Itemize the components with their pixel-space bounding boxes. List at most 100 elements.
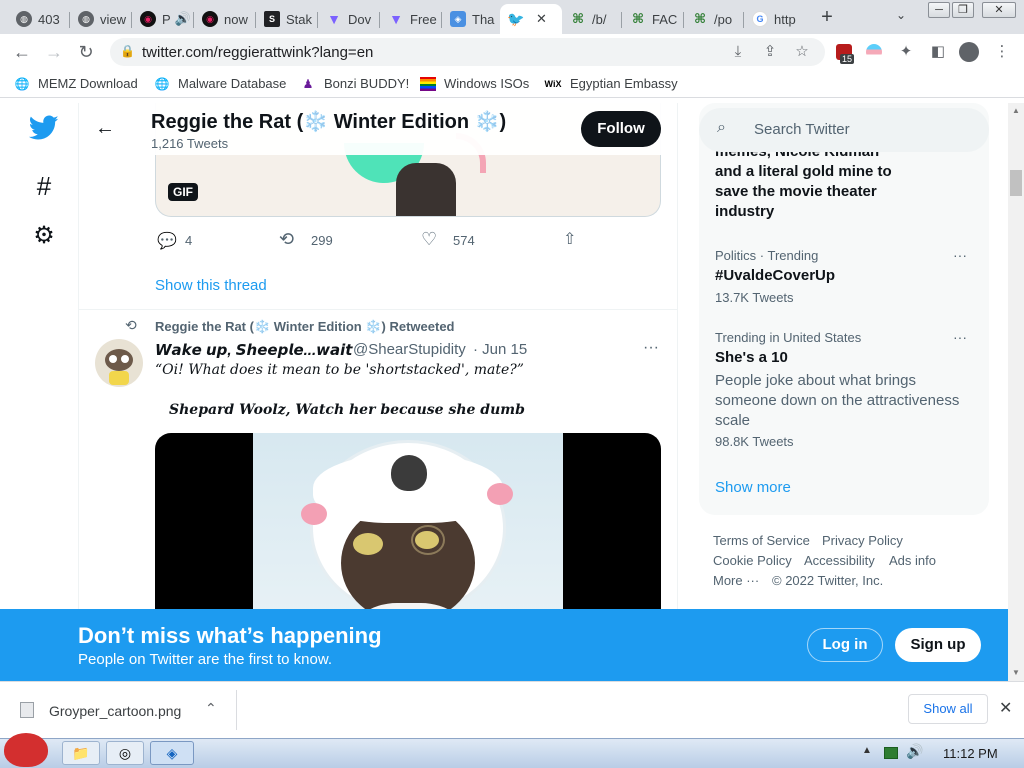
- explorer-taskbar-icon[interactable]: 📁: [62, 741, 100, 765]
- close-tab-icon[interactable]: ✕: [536, 11, 547, 27]
- login-button[interactable]: Log in: [807, 628, 883, 662]
- bookmark-windows-isos[interactable]: Windows ISOs: [420, 76, 529, 91]
- show-all-button[interactable]: Show all: [908, 694, 988, 724]
- trend-more-icon[interactable]: ···: [953, 329, 967, 345]
- scroll-up-arrow-icon[interactable]: ▲: [1012, 106, 1020, 115]
- clover-icon: ⌘: [693, 11, 707, 26]
- footer-link-ads-info[interactable]: Ads info: [889, 553, 936, 568]
- minimize-button[interactable]: ─: [928, 2, 950, 18]
- footer-link-terms[interactable]: Terms of Service: [713, 533, 810, 548]
- footer-link-accessibility[interactable]: Accessibility: [804, 553, 875, 568]
- address-bar[interactable]: 🔒 twitter.com/reggierattwink?lang=en: [110, 38, 825, 66]
- download-options-chevron-icon[interactable]: ⌃: [205, 700, 217, 717]
- network-icon[interactable]: [884, 747, 898, 759]
- tweet-date[interactable]: · Jun 15: [473, 341, 527, 358]
- footer-link-cookie[interactable]: Cookie Policy: [713, 553, 792, 568]
- close-window-button[interactable]: ✕: [982, 2, 1016, 18]
- bookmark-egyptian-embassy[interactable]: WiX Egyptian Embassy: [544, 76, 678, 91]
- tab-twitter-active[interactable]: 🐦 ✕: [500, 4, 562, 34]
- trans-flag-extension-icon[interactable]: [866, 44, 882, 60]
- tab-stak[interactable]: S Stak: [256, 4, 318, 34]
- settings-gear-icon[interactable]: ⚙: [28, 220, 60, 252]
- tab-fac[interactable]: ⌘ FAC: [622, 4, 684, 34]
- search-box[interactable]: ⌕ Search Twitter: [699, 108, 989, 152]
- trend-title[interactable]: She's a 10: [715, 349, 788, 366]
- bookmark-bonzi[interactable]: ♟ Bonzi BUDDY!: [300, 76, 410, 91]
- bookmark-malware-db[interactable]: 🌐 Malware Database: [154, 76, 287, 91]
- tab-tha[interactable]: ◈ Tha: [442, 4, 500, 34]
- twitter-page: # ⚙ ← Reggie the Rat (❄️ Winter Edition …: [0, 103, 1016, 681]
- side-panel-icon[interactable]: ◧: [928, 42, 948, 62]
- tab-p[interactable]: ◉ P 🔊: [132, 4, 194, 34]
- forward-button[interactable]: →: [42, 40, 66, 64]
- share-icon[interactable]: ⇪: [760, 42, 780, 62]
- back-arrow-icon[interactable]: ←: [95, 117, 115, 140]
- show-hidden-icons-icon[interactable]: ▲: [862, 745, 872, 756]
- signup-button[interactable]: Sign up: [895, 628, 981, 662]
- show-this-thread-link[interactable]: Show this thread: [155, 277, 267, 294]
- puzzle-extensions-icon[interactable]: ✦: [896, 42, 916, 62]
- trend-more-icon[interactable]: ···: [953, 247, 967, 263]
- retweet-icon[interactable]: ⟲: [279, 229, 294, 250]
- windows-taskbar: 📁 ◎ ◈ ▲ 🔊 11:12 PM: [0, 733, 1024, 768]
- new-tab-button[interactable]: +: [816, 6, 838, 28]
- search-input[interactable]: Search Twitter: [754, 121, 850, 138]
- tweet-text-line2: Shepard Woolz, Watch her because she dum…: [169, 402, 525, 418]
- file-icon: [20, 702, 34, 718]
- retweeted-by-label[interactable]: Reggie the Rat (❄️ Winter Edition ❄️) Re…: [155, 319, 455, 335]
- tab-403[interactable]: ◍ 403: [8, 4, 70, 34]
- like-heart-icon[interactable]: ♡: [421, 229, 437, 250]
- share-tweet-icon[interactable]: ⇧: [563, 229, 576, 249]
- footer-more-link[interactable]: More ···: [713, 573, 759, 588]
- download-filename[interactable]: Groyper_cartoon.png: [49, 703, 181, 719]
- clover-icon: ⌘: [571, 11, 585, 26]
- trend-title[interactable]: #UvaldeCoverUp: [715, 267, 835, 284]
- back-button[interactable]: ←: [10, 40, 34, 64]
- system-clock[interactable]: 11:12 PM: [943, 746, 998, 761]
- author-name[interactable]: 𝙒𝙖𝙠𝙚 𝙪𝙥, 𝙎𝙝𝙚𝙚𝙥𝙡𝙚...𝙬𝙖𝙞𝙩: [155, 341, 352, 359]
- shield-icon: ◈: [450, 11, 466, 27]
- illustration-head-mark: [391, 455, 427, 491]
- chrome-taskbar-icon[interactable]: ◎: [106, 741, 144, 765]
- twitter-logo-icon[interactable]: [28, 115, 60, 147]
- tab-free[interactable]: ▼ Free: [380, 4, 442, 34]
- reply-icon[interactable]: 💬: [157, 231, 177, 251]
- wix-icon: WiX: [544, 78, 562, 89]
- tab-po[interactable]: ⌘/po: [684, 4, 744, 34]
- start-button-angry-bird-icon[interactable]: [4, 733, 48, 767]
- volume-icon[interactable]: 🔊: [906, 743, 923, 760]
- security-app-taskbar-icon[interactable]: ◈: [150, 741, 194, 765]
- avatar-eye: [121, 355, 129, 363]
- tab-now[interactable]: ◉ now: [194, 4, 256, 34]
- scrollbar-thumb[interactable]: [1010, 170, 1022, 196]
- author-handle[interactable]: @ShearStupidity: [353, 341, 466, 358]
- tab-http[interactable]: Ghttp: [744, 4, 806, 34]
- install-icon[interactable]: ⤓: [728, 42, 748, 62]
- banner-subtitle: People on Twitter are the first to know.: [78, 651, 333, 668]
- close-download-bar-icon[interactable]: ✕: [999, 698, 1012, 718]
- follow-button[interactable]: Follow: [581, 111, 661, 147]
- footer-link-privacy[interactable]: Privacy Policy: [822, 533, 903, 548]
- lock-icon[interactable]: 🔒: [120, 44, 135, 58]
- bookmark-star-icon[interactable]: ☆: [792, 42, 812, 62]
- globe-icon: 🌐: [154, 76, 170, 91]
- extension-badge: 15: [840, 54, 855, 64]
- globe-icon: ◍: [16, 11, 32, 27]
- s-icon: S: [264, 11, 280, 27]
- tab-view[interactable]: ◍ view: [70, 4, 132, 34]
- tab-search-chevron-icon[interactable]: ⌄: [896, 8, 906, 22]
- menu-kebab-icon[interactable]: ⋮: [992, 42, 1012, 62]
- explore-hashtag-icon[interactable]: #: [28, 170, 60, 202]
- twitter-icon: 🐦: [507, 10, 525, 27]
- author-avatar[interactable]: [95, 339, 143, 387]
- tab-b[interactable]: ⌘/b/: [562, 4, 622, 34]
- restore-button[interactable]: ❐: [952, 2, 974, 18]
- profile-avatar-icon[interactable]: [959, 42, 979, 62]
- download-bar: Groyper_cartoon.png ⌃ Show all ✕: [0, 681, 1024, 738]
- show-more-link[interactable]: Show more: [715, 479, 791, 496]
- more-options-icon[interactable]: ···: [643, 339, 659, 357]
- bookmark-memz[interactable]: 🌐 MEMZ Download: [14, 76, 138, 91]
- tab-dov[interactable]: ▼ Dov: [318, 4, 380, 34]
- scroll-down-arrow-icon[interactable]: ▼: [1012, 668, 1020, 677]
- reload-button[interactable]: ↻: [74, 40, 98, 64]
